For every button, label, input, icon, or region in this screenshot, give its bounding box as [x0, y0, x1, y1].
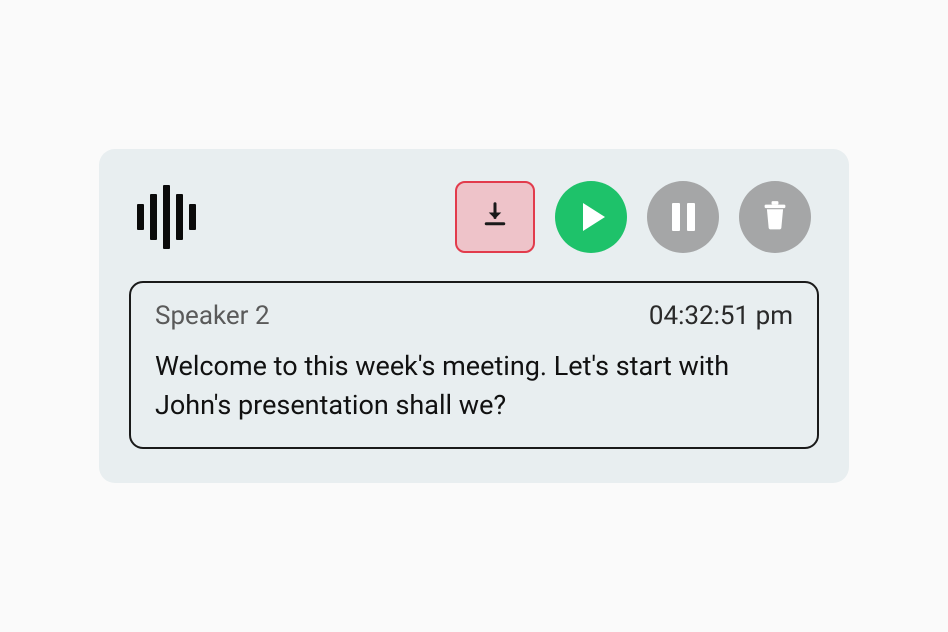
trash-icon [761, 200, 789, 233]
transcript-header: Speaker 2 04:32:51 pm [155, 301, 793, 331]
play-button[interactable] [555, 181, 627, 253]
pause-icon [672, 203, 695, 231]
transcript-timestamp: 04:32:51 pm [649, 301, 793, 331]
delete-button[interactable] [739, 181, 811, 253]
audio-transcript-card: Speaker 2 04:32:51 pm Welcome to this we… [99, 149, 849, 483]
playback-controls [455, 181, 811, 253]
waveform-icon [137, 185, 196, 249]
download-icon [480, 200, 510, 233]
download-button[interactable] [455, 181, 535, 253]
transcript-box: Speaker 2 04:32:51 pm Welcome to this we… [129, 281, 819, 449]
transcript-text: Welcome to this week's meeting. Let's st… [155, 347, 793, 425]
speaker-label: Speaker 2 [155, 301, 270, 331]
controls-row [129, 181, 819, 253]
pause-button[interactable] [647, 181, 719, 253]
play-icon [583, 203, 605, 231]
